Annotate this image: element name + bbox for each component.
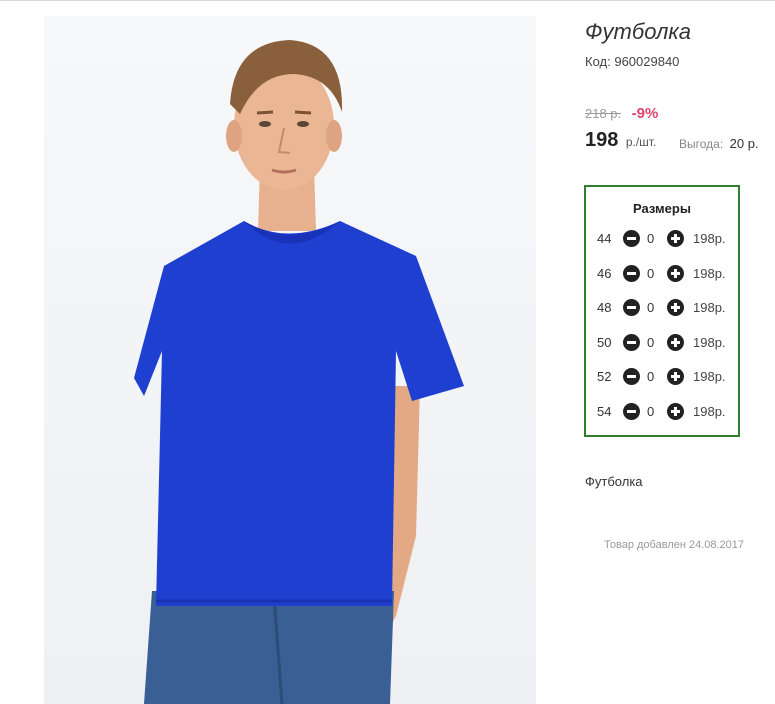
increase-quantity-button[interactable] xyxy=(667,368,684,385)
product-description: Футболка xyxy=(585,474,643,489)
decrease-quantity-button[interactable] xyxy=(623,368,640,385)
top-divider xyxy=(0,0,775,1)
quantity-value[interactable]: 0 xyxy=(647,300,654,315)
decrease-quantity-button[interactable] xyxy=(623,403,640,420)
size-row: 46 0 198р. xyxy=(586,264,738,284)
decrease-quantity-button[interactable] xyxy=(623,299,640,316)
size-label: 46 xyxy=(597,266,612,281)
quantity-value[interactable]: 0 xyxy=(647,404,654,419)
size-price: 198р. xyxy=(693,231,726,246)
size-row: 48 0 198р. xyxy=(586,298,738,318)
increase-quantity-button[interactable] xyxy=(667,230,684,247)
size-label: 54 xyxy=(597,404,612,419)
benefit-value: 20 р. xyxy=(729,136,759,151)
sizes-heading: Размеры xyxy=(633,201,691,216)
size-label: 48 xyxy=(597,300,612,315)
increase-quantity-button[interactable] xyxy=(667,265,684,282)
decrease-quantity-button[interactable] xyxy=(623,334,640,351)
price-unit: р./шт. xyxy=(625,135,657,149)
discount-badge: -9% xyxy=(631,105,659,122)
size-price: 198р. xyxy=(693,369,726,384)
size-price: 198р. xyxy=(693,300,726,315)
price-row: 198 р./шт. xyxy=(585,129,656,152)
product-code: Код: 960029840 xyxy=(585,54,679,69)
increase-quantity-button[interactable] xyxy=(667,299,684,316)
benefit-label: Выгода: xyxy=(679,137,724,151)
product-photo[interactable] xyxy=(44,16,536,704)
size-price: 198р. xyxy=(693,266,726,281)
added-date: Товар добавлен 24.08.2017 xyxy=(604,539,745,551)
sizes-panel: Размеры 44 0 198р. 46 0 198р. 48 0 198р.… xyxy=(584,185,740,437)
increase-quantity-button[interactable] xyxy=(667,403,684,420)
old-price: 218 р. xyxy=(585,106,622,121)
quantity-value[interactable]: 0 xyxy=(647,266,654,281)
product-photo-illustration xyxy=(134,40,464,704)
size-label: 52 xyxy=(597,369,612,384)
quantity-value[interactable]: 0 xyxy=(647,369,654,384)
quantity-value[interactable]: 0 xyxy=(647,231,654,246)
size-row: 50 0 198р. xyxy=(586,333,738,353)
decrease-quantity-button[interactable] xyxy=(623,230,640,247)
size-label: 50 xyxy=(597,335,612,350)
benefit: Выгода: 20 р. xyxy=(679,135,759,153)
quantity-value[interactable]: 0 xyxy=(647,335,654,350)
size-row: 54 0 198р. xyxy=(586,402,738,422)
size-row: 44 0 198р. xyxy=(586,229,738,249)
size-label: 44 xyxy=(597,231,612,246)
increase-quantity-button[interactable] xyxy=(667,334,684,351)
current-price: 198 xyxy=(585,129,619,151)
size-row: 52 0 198р. xyxy=(586,367,738,387)
product-title: Футболка xyxy=(585,19,691,44)
size-price: 198р. xyxy=(693,404,726,419)
size-price: 198р. xyxy=(693,335,726,350)
product-code-label: Код: xyxy=(585,54,611,69)
product-code-value: 960029840 xyxy=(614,54,680,69)
old-price-row: 218 р. -9% xyxy=(585,105,658,123)
decrease-quantity-button[interactable] xyxy=(623,265,640,282)
